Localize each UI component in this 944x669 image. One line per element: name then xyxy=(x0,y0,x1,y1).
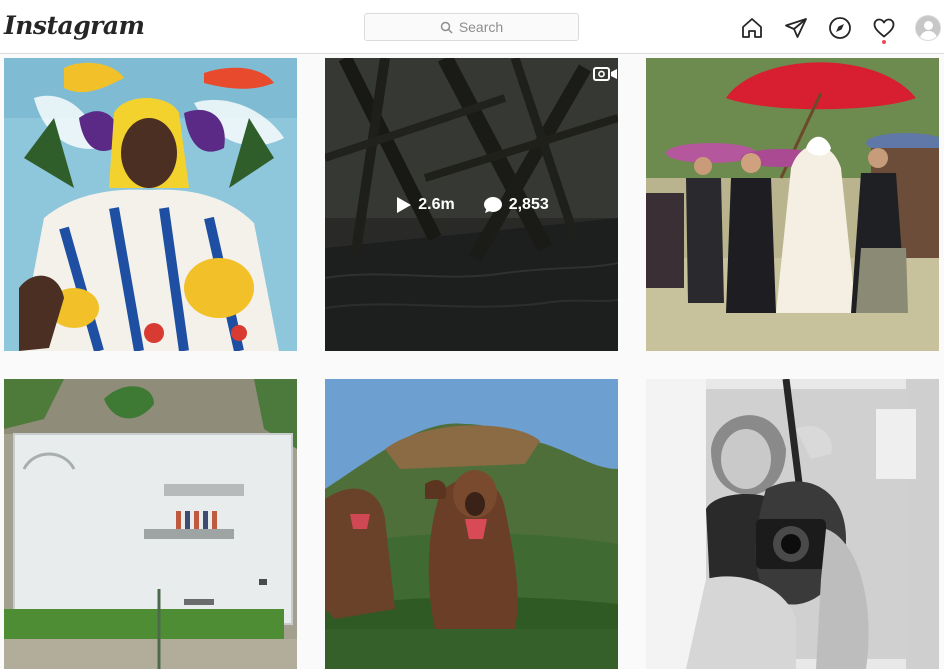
views-stat: 2.6m xyxy=(394,195,455,214)
post-tile[interactable] xyxy=(646,379,939,669)
comment-icon xyxy=(483,196,502,213)
post-image xyxy=(646,58,939,351)
view-count: 2.6m xyxy=(418,195,455,213)
direct-icon xyxy=(785,18,807,38)
comments-stat: 2,853 xyxy=(483,196,549,214)
search-input[interactable]: Search xyxy=(364,13,579,41)
post-image xyxy=(646,379,939,669)
avatar xyxy=(915,15,941,41)
play-icon xyxy=(397,196,412,213)
activity-button[interactable] xyxy=(870,14,898,44)
post-tile[interactable] xyxy=(4,58,297,351)
post-image xyxy=(4,58,297,351)
heart-icon xyxy=(873,18,895,38)
search-icon xyxy=(440,21,453,34)
video-post-tile[interactable]: 2.6m 2,853 xyxy=(325,58,618,351)
profile-button[interactable] xyxy=(914,14,942,42)
post-tile[interactable] xyxy=(4,379,297,669)
post-tile[interactable] xyxy=(325,379,618,669)
post-tile[interactable] xyxy=(646,58,939,351)
post-image xyxy=(325,379,618,669)
explore-icon xyxy=(829,17,851,39)
nav-icons xyxy=(738,14,942,44)
direct-button[interactable] xyxy=(782,14,810,42)
top-navigation-bar: Instagram Search xyxy=(0,0,944,54)
home-icon xyxy=(742,18,762,38)
post-image xyxy=(4,379,297,669)
explore-button[interactable] xyxy=(826,14,854,42)
search-placeholder: Search xyxy=(458,19,504,35)
instagram-logo[interactable]: Instagram xyxy=(4,8,145,44)
hover-overlay: 2.6m 2,853 xyxy=(325,58,618,351)
notification-dot xyxy=(882,40,886,44)
home-button[interactable] xyxy=(738,14,766,42)
comment-count: 2,853 xyxy=(508,195,549,213)
